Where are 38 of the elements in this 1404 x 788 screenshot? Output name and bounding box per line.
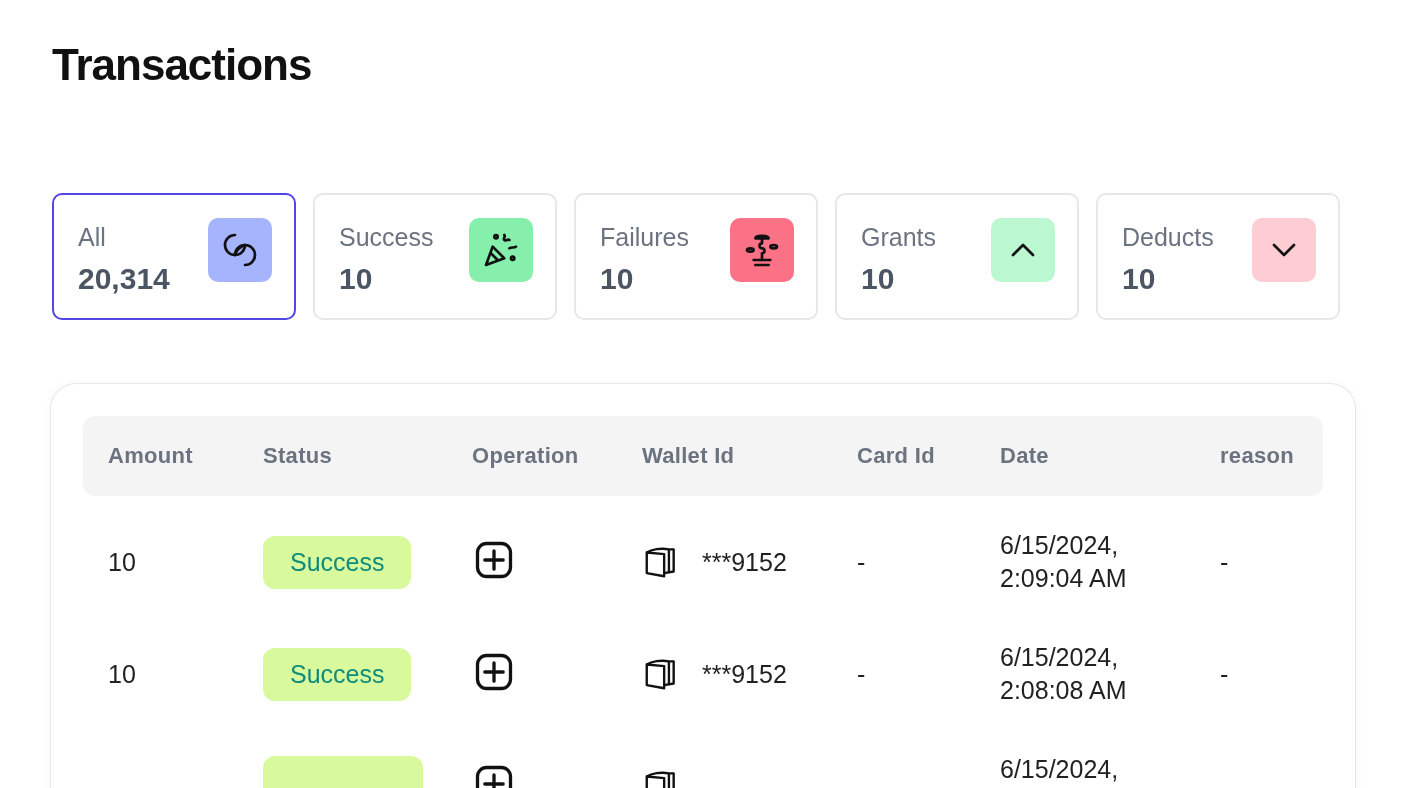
- amount-cell: 10: [108, 547, 136, 576]
- card-value: 10: [1122, 262, 1157, 296]
- wallet-id: ***9152: [702, 547, 787, 577]
- summary-card[interactable]: All 20,314: [52, 193, 296, 320]
- status-badge: Success: [263, 535, 412, 589]
- card-id: -: [857, 659, 866, 688]
- card-label: Failures: [600, 223, 689, 252]
- date-text: 6/15/2024,: [1000, 754, 1120, 785]
- card-label: Success: [339, 223, 434, 252]
- card-value: 20,314: [78, 262, 170, 296]
- status-badge: Success: [263, 647, 412, 701]
- reason-cell: -: [1220, 659, 1229, 688]
- card-label: Grants: [861, 223, 937, 252]
- summary-card[interactable]: Success 10: [313, 193, 557, 320]
- card-value: 10: [600, 262, 635, 296]
- column-header: Operation: [472, 443, 580, 469]
- card-label: All: [78, 223, 107, 252]
- column-header: Status: [263, 443, 334, 469]
- card-label: Deducts: [1122, 223, 1214, 252]
- date-text: 2:09:04 AM: [1000, 562, 1128, 594]
- amount-cell: 10: [108, 659, 136, 688]
- summary-card[interactable]: Failures 10: [574, 193, 818, 320]
- column-header: Wallet Id: [642, 443, 736, 469]
- column-header: Amount: [108, 443, 194, 469]
- column-header: Date: [1000, 443, 1050, 469]
- card-value: 10: [861, 262, 896, 296]
- page-title: Transactions: [52, 40, 312, 90]
- column-header: Card Id: [857, 443, 936, 469]
- card-value: 10: [339, 262, 374, 296]
- reason-cell: -: [1220, 547, 1229, 576]
- date-text: 6/15/2024,: [1000, 530, 1120, 561]
- column-header: reason: [1220, 443, 1295, 469]
- wallet-id: ***9152: [702, 659, 787, 689]
- card-id: -: [857, 547, 866, 576]
- summary-card[interactable]: Deducts 10: [1096, 193, 1340, 320]
- summary-card[interactable]: Grants 10: [835, 193, 1079, 320]
- date-text: 2:08:08 AM: [1000, 674, 1128, 706]
- date-text: 6/15/2024,: [1000, 642, 1120, 673]
